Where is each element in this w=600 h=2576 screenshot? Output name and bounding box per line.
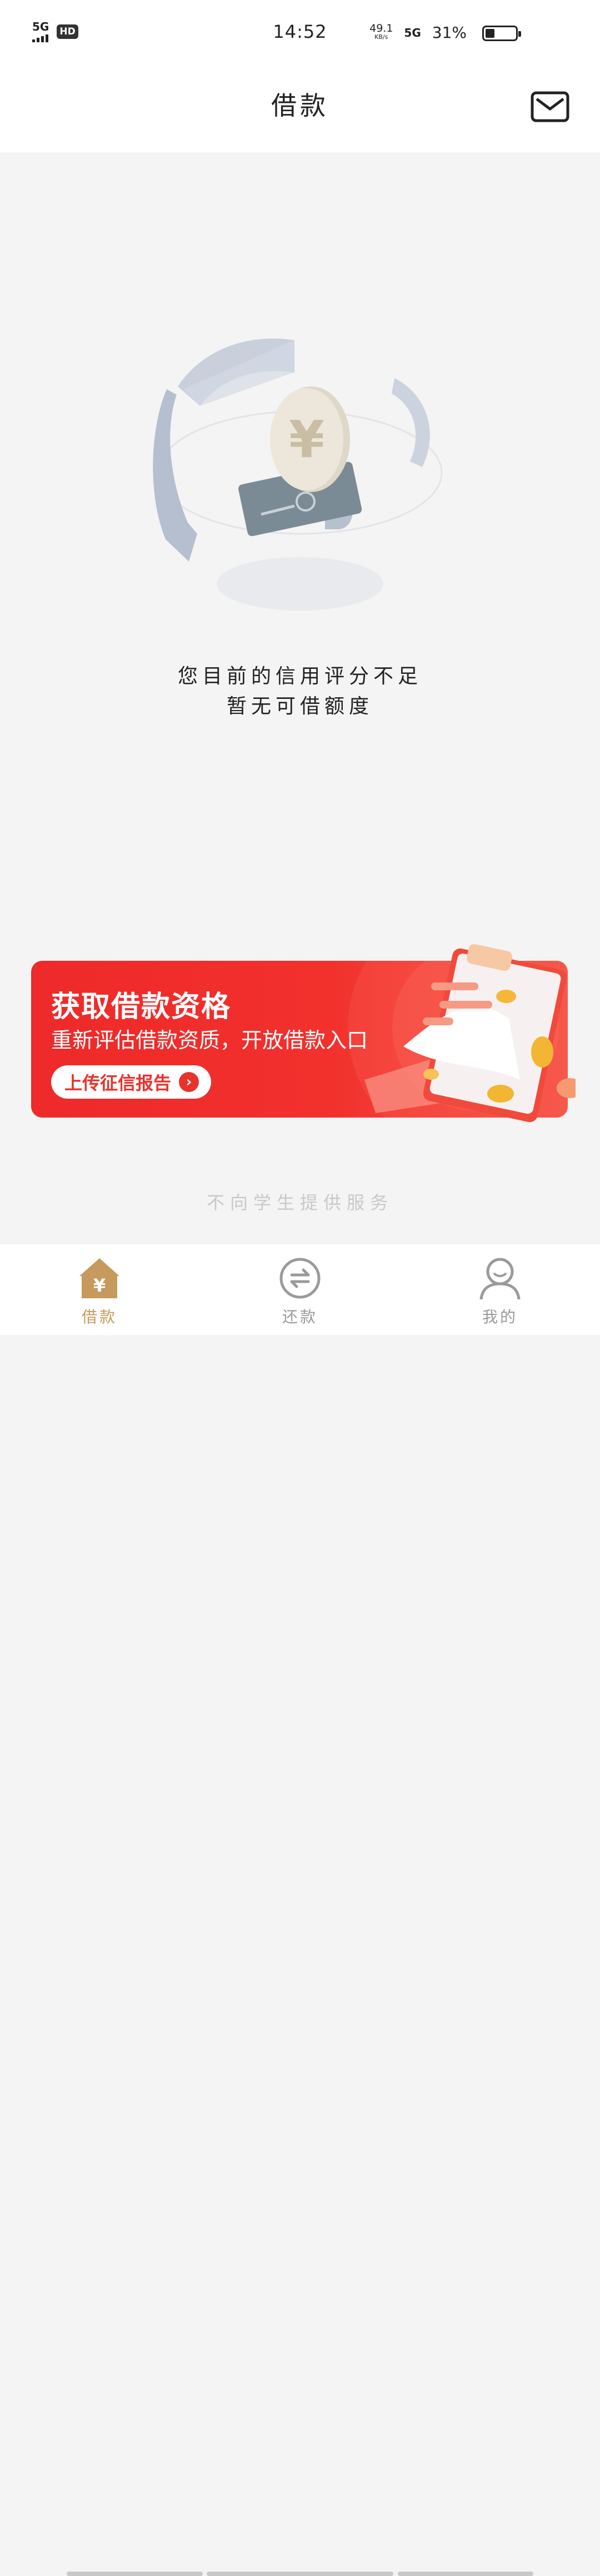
svg-text:¥: ¥ [289,410,324,469]
nav-indicator-right [398,2572,533,2576]
svg-text:¥: ¥ [93,1275,106,1296]
empty-credit-illustration: ¥ [144,328,456,617]
clipboard-coins-illustration [364,944,576,1123]
loan-eligibility-banner[interactable]: 获取借款资格 重新评估借款资质，开放借款入口 上传征信报告 › [31,944,576,1123]
mail-icon [531,91,569,122]
mail-button[interactable] [531,91,569,122]
speed-value: 49.1 [369,22,393,34]
network-type-right: 5G [404,26,421,39]
banner-title: 获取借款资格 [51,990,232,1024]
tab-mine[interactable]: 我的 [450,1256,550,1327]
tab-borrow-label: 借款 [81,1308,117,1326]
repay-icon [279,1258,321,1299]
battery-icon [482,26,521,41]
tab-repay-label: 还款 [282,1308,318,1326]
tab-mine-label: 我的 [482,1308,518,1326]
chevron-right-icon: › [179,1072,199,1092]
user-icon [479,1258,521,1300]
status-bar: 5G HD 14:52 49.1 KB/s 5G 31% [0,0,600,67]
credit-message-line2: 暂无可借额度 [226,695,373,718]
upload-credit-report-button[interactable]: 上传征信报告 › [51,1065,212,1099]
header: 借款 [0,67,600,152]
bottom-tab-bar: ¥ 借款 还款 我的 [0,1243,600,2576]
status-right: 49.1 KB/s 5G 31% [369,23,467,42]
tab-repay[interactable]: 还款 [250,1256,350,1327]
home-yuan-icon: ¥ [79,1258,119,1298]
network-speed: 49.1 KB/s [369,22,393,42]
battery-fill [486,29,494,38]
page-title: 借款 [271,91,329,121]
tab-borrow[interactable]: ¥ 借款 [49,1256,149,1327]
banner-subtitle: 重新评估借款资质，开放借款入口 [51,1028,368,1053]
nav-indicator-left [67,2572,203,2576]
upload-credit-report-label: 上传征信报告 [64,1073,172,1094]
credit-message: 您目前的信用评分不足 暂无可借额度 [0,662,600,722]
credit-message-line1: 您目前的信用评分不足 [177,665,422,688]
footer-note: 不向学生提供服务 [206,1192,393,1213]
nav-indicator-center [207,2572,393,2576]
battery-percent: 31% [432,23,467,42]
